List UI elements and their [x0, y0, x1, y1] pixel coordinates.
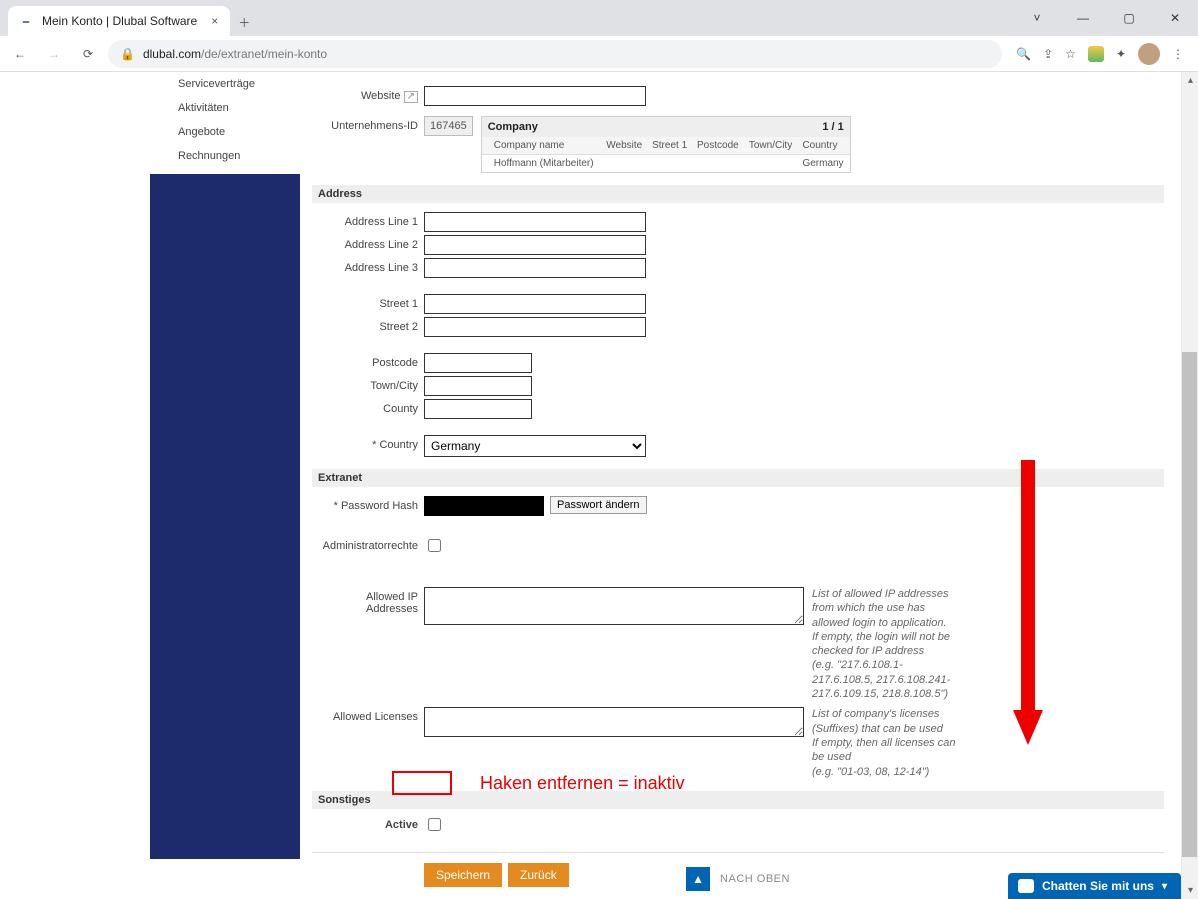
county-input[interactable] — [424, 399, 532, 419]
addr2-input[interactable] — [424, 235, 646, 255]
scrollbar[interactable]: ▴ ▾ — [1181, 72, 1198, 899]
extension-icon[interactable] — [1088, 46, 1104, 62]
scroll-down-arrow[interactable]: ▾ — [1182, 882, 1198, 899]
annotation-text: Haken entfernen = inaktiv — [480, 773, 685, 794]
postcode-label: Postcode — [312, 353, 424, 369]
company-table-counter: 1 / 1 — [822, 121, 843, 133]
url-path: /de/extranet/mein-konto — [201, 47, 327, 61]
change-password-button[interactable]: Passwort ändern — [550, 496, 647, 514]
table-row[interactable]: Hoffmann (Mitarbeiter) Germany — [482, 155, 850, 173]
active-label: Active — [312, 815, 424, 831]
addr3-label: Address Line 3 — [312, 258, 424, 274]
back-to-top-button[interactable]: ▲ — [686, 867, 710, 891]
annotation-highlight — [392, 771, 452, 795]
sidebar-item-invoices[interactable]: Rechnungen — [150, 144, 300, 168]
col-country: Country — [798, 137, 849, 155]
chat-label: Chatten Sie mit uns — [1042, 879, 1154, 893]
chevron-down-icon: ▾ — [1162, 881, 1167, 892]
dropdown-icon[interactable]: ˅ — [1014, 0, 1060, 36]
licenses-label: Allowed Licenses — [312, 707, 424, 723]
company-id-label: Unternehmens-ID — [312, 116, 424, 132]
col-website: Website — [602, 137, 648, 155]
col-postcode: Postcode — [693, 137, 745, 155]
reload-button[interactable]: ⟳ — [74, 40, 102, 68]
toolbar: ← → ⟳ 🔒 dlubal.com/de/extranet/mein-kont… — [0, 36, 1198, 72]
close-tab-icon[interactable]: × — [205, 14, 218, 28]
address-bar[interactable]: 🔒 dlubal.com/de/extranet/mein-konto — [108, 40, 1002, 68]
company-table-title: Company — [488, 121, 538, 133]
street2-label: Street 2 — [312, 317, 424, 333]
lock-icon: 🔒 — [120, 47, 135, 61]
addr1-label: Address Line 1 — [312, 212, 424, 228]
bookmark-icon[interactable]: ☆ — [1065, 47, 1076, 61]
title-bar: ⎯ Mein Konto | Dlubal Software × ＋ ˅ ― ▢… — [0, 0, 1198, 36]
forward-button[interactable]: → — [40, 40, 68, 68]
browser-tab[interactable]: ⎯ Mein Konto | Dlubal Software × — [8, 6, 230, 36]
minimize-button[interactable]: ― — [1060, 0, 1106, 36]
maximize-button[interactable]: ▢ — [1106, 0, 1152, 36]
col-town: Town/City — [745, 137, 799, 155]
postcode-input[interactable] — [424, 353, 532, 373]
tab-favicon: ⎯ — [18, 13, 34, 29]
share-icon[interactable]: ⇪ — [1043, 47, 1053, 61]
ip-hint: List of allowed IP addresses from which … — [812, 587, 962, 701]
scroll-up-arrow[interactable]: ▴ — [1182, 72, 1198, 89]
ip-label: Allowed IP Addresses — [312, 587, 424, 615]
street1-input[interactable] — [424, 294, 646, 314]
town-label: Town/City — [312, 376, 424, 392]
main-content: Website ↗ Unternehmens-ID 167465 Company… — [312, 72, 1164, 890]
sidebar-item-service[interactable]: Serviceverträge — [150, 72, 300, 96]
country-label: * Country — [312, 435, 424, 451]
active-checkbox[interactable] — [428, 818, 441, 831]
addr2-label: Address Line 2 — [312, 235, 424, 251]
address-section-header: Address — [312, 185, 1164, 203]
sidebar-item-offers[interactable]: Angebote — [150, 120, 300, 144]
extranet-section-header: Extranet — [312, 469, 1164, 487]
profile-avatar[interactable] — [1138, 43, 1160, 65]
zoom-icon[interactable]: 🔍 — [1016, 47, 1031, 61]
password-label: * Password Hash — [312, 496, 424, 512]
cell-company-name: Hoffmann (Mitarbeiter) — [490, 155, 603, 173]
website-input[interactable] — [424, 86, 646, 106]
addr1-input[interactable] — [424, 212, 646, 232]
company-table: Company 1 / 1 Company name Website Stree… — [481, 116, 851, 173]
admin-checkbox[interactable] — [428, 539, 441, 552]
col-street: Street 1 — [648, 137, 693, 155]
external-link-icon[interactable]: ↗ — [404, 91, 418, 103]
close-window-button[interactable]: ✕ — [1152, 0, 1198, 36]
page-viewport: ▴ ▾ Serviceverträge Aktivitäten Angebote… — [0, 72, 1198, 899]
licenses-hint: List of company's licenses (Suffixes) th… — [812, 707, 962, 778]
tab-title: Mein Konto | Dlubal Software — [42, 14, 197, 28]
back-to-top-label: NACH OBEN — [720, 873, 790, 885]
new-tab-button[interactable]: ＋ — [230, 8, 258, 36]
window-controls: ˅ ― ▢ ✕ — [1014, 0, 1198, 36]
street2-input[interactable] — [424, 317, 646, 337]
admin-label: Administratorrechte — [312, 536, 424, 552]
url-host: dlubal.com — [143, 47, 201, 61]
cell-country: Germany — [798, 155, 849, 173]
addr3-input[interactable] — [424, 258, 646, 278]
street1-label: Street 1 — [312, 294, 424, 310]
scroll-thumb[interactable] — [1182, 352, 1197, 857]
extensions-icon[interactable]: ✦ — [1116, 47, 1126, 61]
sidebar-background — [150, 174, 300, 859]
chat-icon — [1018, 879, 1034, 893]
col-company: Company name — [490, 137, 603, 155]
menu-icon[interactable]: ⋮ — [1172, 47, 1184, 61]
website-label: Website — [361, 90, 401, 102]
company-id-value: 167465 — [424, 116, 473, 136]
town-input[interactable] — [424, 376, 532, 396]
county-label: County — [312, 399, 424, 415]
chat-widget[interactable]: Chatten Sie mit uns ▾ — [1008, 873, 1181, 899]
licenses-textarea[interactable] — [424, 707, 804, 737]
country-select[interactable]: Germany — [424, 435, 646, 457]
ip-textarea[interactable] — [424, 587, 804, 625]
back-button[interactable]: ← — [6, 40, 34, 68]
password-hash-field — [424, 496, 544, 516]
sidebar-item-activities[interactable]: Aktivitäten — [150, 96, 300, 120]
